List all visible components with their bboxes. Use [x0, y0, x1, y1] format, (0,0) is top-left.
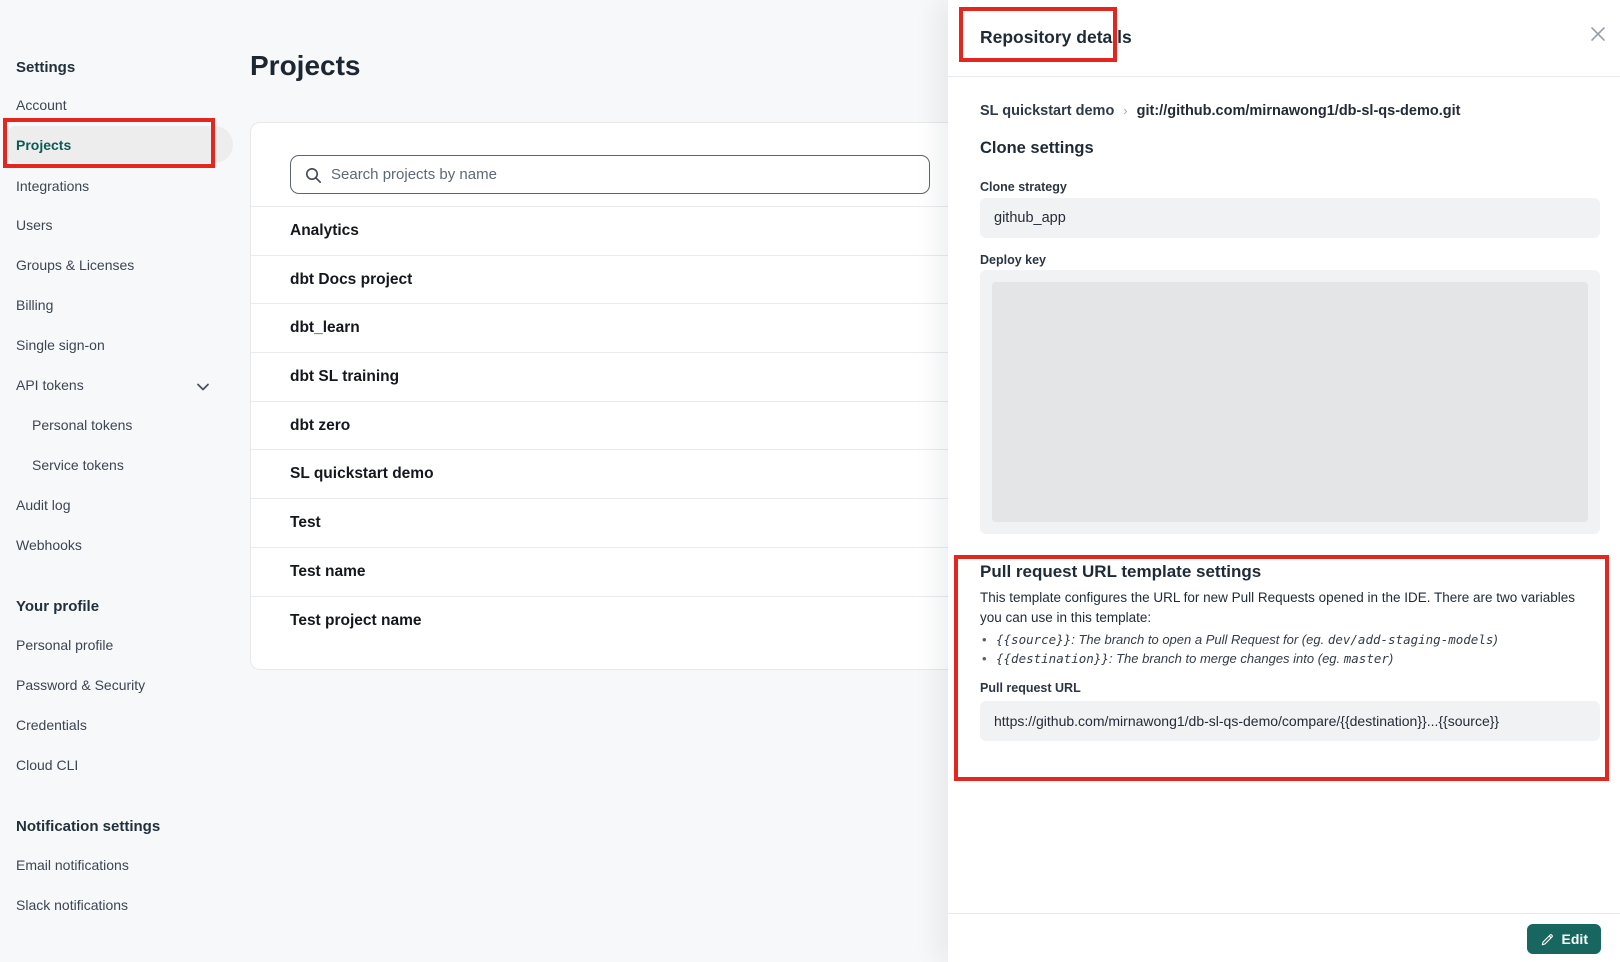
sidebar-item-webhooks[interactable]: Webhooks — [16, 535, 82, 555]
variable-source-example: dev/add-staging-models — [1328, 632, 1494, 647]
sidebar-item-email-notifications[interactable]: Email notifications — [16, 855, 129, 875]
project-row[interactable]: Analytics — [251, 206, 965, 255]
settings-sidebar: Settings Account Projects Integrations U… — [0, 0, 250, 962]
sidebar-item-credentials[interactable]: Credentials — [16, 715, 87, 735]
search-input[interactable] — [331, 157, 921, 192]
variable-destination-desc: : The branch to merge changes into (eg. — [1109, 651, 1344, 666]
pull-request-description: This template configures the URL for new… — [980, 588, 1594, 628]
breadcrumb-separator: › — [1123, 103, 1127, 118]
clone-settings-heading: Clone settings — [980, 139, 1094, 158]
breadcrumb-repo-url: git://github.com/mirnawong1/db-sl-qs-dem… — [1137, 103, 1461, 119]
sidebar-item-cloud-cli[interactable]: Cloud CLI — [16, 755, 78, 775]
sidebar-item-service-tokens[interactable]: Service tokens — [32, 455, 124, 475]
sidebar-item-projects[interactable]: Projects — [16, 135, 71, 155]
project-row[interactable]: Test name — [251, 547, 965, 596]
breadcrumb: SL quickstart demo › git://github.com/mirn… — [980, 103, 1460, 119]
sidebar-item-billing[interactable]: Billing — [16, 295, 53, 315]
pencil-icon — [1540, 932, 1555, 947]
panel-header: Repository details — [948, 0, 1620, 77]
list-item: •{{destination}}: The branch to merge ch… — [982, 649, 1592, 668]
project-row[interactable]: dbt_learn — [251, 303, 965, 352]
variable-destination: {{destination}} — [996, 651, 1109, 666]
variable-source-desc: : The branch to open a Pull Request for … — [1071, 632, 1328, 647]
project-row[interactable]: dbt Docs project — [251, 255, 965, 304]
edit-button-label: Edit — [1562, 931, 1588, 947]
sidebar-item-integrations[interactable]: Integrations — [16, 176, 89, 196]
sidebar-heading-your-profile: Your profile — [16, 597, 99, 617]
project-row[interactable]: Test project name — [251, 596, 965, 645]
sidebar-heading-notification-settings: Notification settings — [16, 817, 160, 837]
panel-footer: Edit — [948, 913, 1620, 962]
repository-details-panel: Repository details SL quickstart demo › gi… — [948, 0, 1620, 962]
sidebar-item-api-tokens[interactable]: API tokens — [16, 375, 84, 395]
bullet-marker: • — [982, 630, 996, 649]
sidebar-item-account[interactable]: Account — [16, 95, 67, 115]
pull-request-variable-list: •{{source}}: The branch to open a Pull R… — [982, 630, 1592, 668]
deploy-key-redacted-area — [992, 282, 1588, 522]
sidebar-item-users[interactable]: Users — [16, 215, 53, 235]
project-search — [290, 155, 930, 194]
clone-strategy-label: Clone strategy — [980, 180, 1067, 194]
variable-source-suffix: ) — [1493, 632, 1497, 647]
sidebar-item-personal-profile[interactable]: Personal profile — [16, 635, 113, 655]
page-title: Projects — [250, 50, 361, 82]
sidebar-item-slack-notifications[interactable]: Slack notifications — [16, 895, 128, 915]
variable-source: {{source}} — [996, 632, 1071, 647]
pull-request-url-label: Pull request URL — [980, 681, 1081, 695]
bullet-marker: • — [982, 649, 996, 668]
clone-strategy-value: github_app — [980, 198, 1600, 238]
panel-title: Repository details — [980, 27, 1132, 48]
list-item: •{{source}}: The branch to open a Pull R… — [982, 630, 1592, 649]
deploy-key-field — [980, 270, 1600, 534]
sidebar-item-password-security[interactable]: Password & Security — [16, 675, 145, 695]
variable-destination-suffix: ) — [1389, 651, 1393, 666]
project-list: Analytics dbt Docs project dbt_learn dbt… — [251, 206, 965, 644]
project-row[interactable]: Test — [251, 498, 965, 547]
sidebar-item-personal-tokens[interactable]: Personal tokens — [32, 415, 132, 435]
sidebar-heading-settings: Settings — [16, 58, 75, 78]
variable-destination-example: master — [1344, 651, 1389, 666]
pull-request-section-heading: Pull request URL template settings — [980, 562, 1261, 582]
project-row[interactable]: SL quickstart demo — [251, 449, 965, 498]
pull-request-url-value: https://github.com/mirnawong1/db-sl-qs-d… — [980, 701, 1600, 741]
chevron-down-icon[interactable] — [196, 379, 210, 389]
project-row[interactable]: dbt SL training — [251, 352, 965, 401]
breadcrumb-project-link[interactable]: SL quickstart demo — [980, 103, 1114, 119]
edit-button[interactable]: Edit — [1527, 924, 1601, 954]
search-icon — [305, 167, 322, 184]
close-icon[interactable] — [1586, 22, 1610, 46]
sidebar-item-groups-licenses[interactable]: Groups & Licenses — [16, 255, 134, 275]
sidebar-item-audit-log[interactable]: Audit log — [16, 495, 70, 515]
project-row[interactable]: dbt zero — [251, 401, 965, 450]
deploy-key-label: Deploy key — [980, 253, 1046, 267]
sidebar-item-single-sign-on[interactable]: Single sign-on — [16, 335, 105, 355]
projects-card: Analytics dbt Docs project dbt_learn dbt… — [250, 122, 966, 670]
